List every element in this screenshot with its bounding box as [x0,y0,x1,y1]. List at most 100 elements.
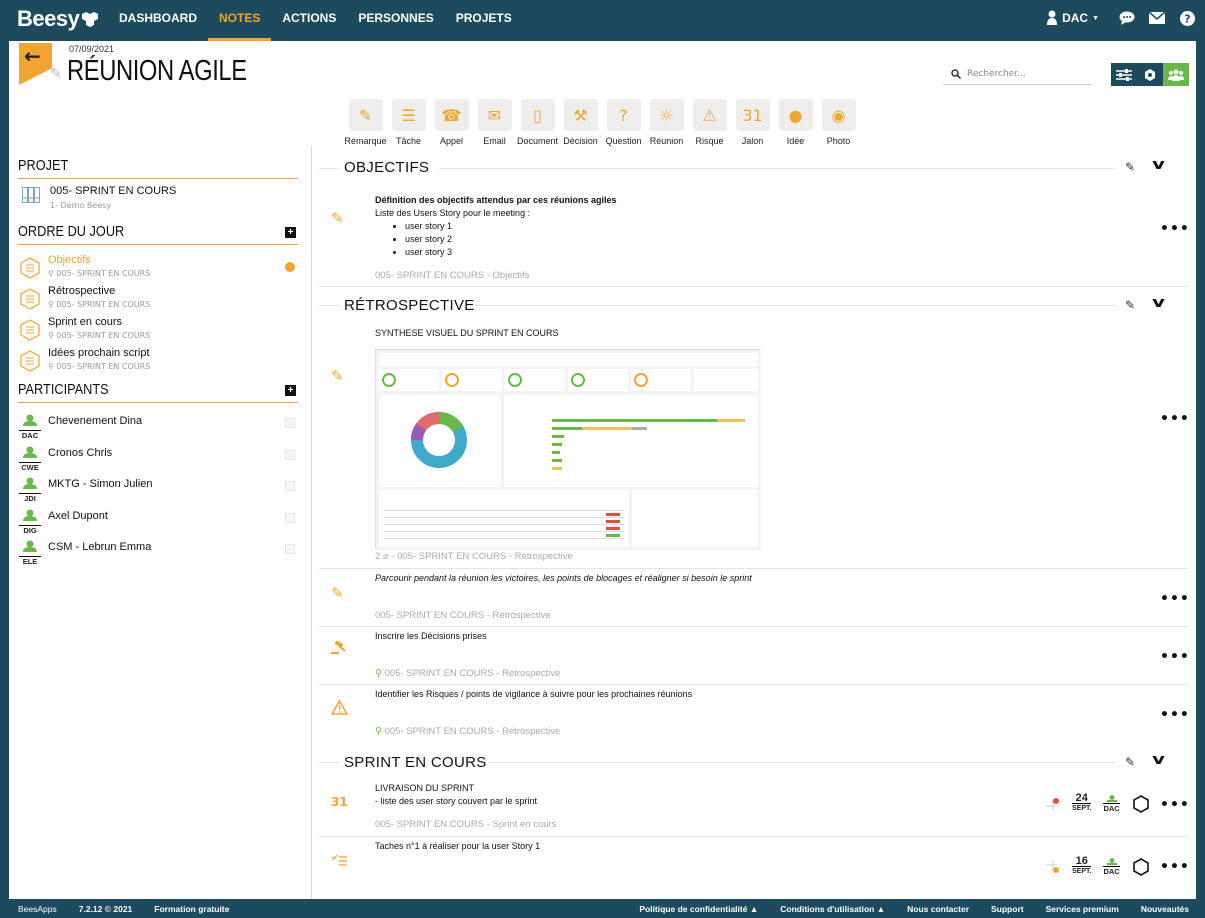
warning-icon: ⚠ [692,99,727,131]
note-sprint-tache[interactable]: Taches n°1 à réaliser pour la user Story… [319,837,1190,887]
app-logo[interactable]: Beesy [17,6,99,32]
edit-title-pencil-icon[interactable]: ✎ [50,66,62,82]
chevron-down-icon[interactable]: v [1152,752,1165,768]
type-button[interactable]: ● Idée [774,99,817,146]
notes-content: OBJECTIFS ✎ v ✎ Définition des objectifs… [319,153,1190,887]
more-options-icon[interactable]: ••• [1160,591,1190,607]
more-options-icon[interactable]: ••• [1160,649,1190,665]
agenda-item[interactable]: Sprint en cours ⚲ 005- SPRINT EN COURS [18,313,298,344]
type-button[interactable]: ☼ Réunion [645,99,688,146]
chevron-down-icon[interactable]: v [1152,157,1165,173]
owner-badge[interactable]: DAC [1103,856,1120,877]
note-retro-parcourir[interactable]: ✎ Parcourir pendant la réunion les victo… [319,569,1190,627]
presence-checkbox[interactable] [285,449,295,460]
meeting-icon: ☼ [649,99,684,131]
footer-link-privacy[interactable]: Politique de confidentialité ▲ [639,904,758,914]
type-button[interactable]: ▯ Document [516,99,559,146]
note-retro-synthese[interactable]: ✎ SYNTHESE VISUEL DU SPRINT EN COURS 2 ⌀… [319,325,1190,569]
help-icon[interactable]: ? [1179,10,1195,26]
participant-item[interactable]: DIG Axel Dupont [18,502,298,535]
agenda-item[interactable]: Objectifs ⚲ 005- SPRINT EN COURS [18,251,298,282]
presence-checkbox[interactable] [285,512,295,523]
type-button[interactable]: ✎ Remarque [344,99,387,146]
type-label: Question [605,136,642,146]
participant-item[interactable]: DAC Chevenement Dina [18,407,298,440]
due-date-badge[interactable]: 16 SEPT. [1072,855,1092,877]
note-retro-decisions[interactable]: Inscrire les Décisions prises ⚲ 005- SPR… [319,627,1190,685]
user-menu[interactable]: DAC ▼ [1046,10,1099,26]
more-options-icon[interactable]: ••• [1160,411,1190,427]
type-label: Remarque [344,136,387,146]
heading-text: ORDRE DU JOUR [18,223,125,240]
note-objectifs-definition[interactable]: ✎ Définition des objectifs attendus par … [319,187,1190,287]
arrow-left-icon: ← [24,44,41,68]
footer-link-premium[interactable]: Services premium [1046,904,1119,914]
search-box[interactable]: Rechercher... [943,64,1091,85]
chat-icon[interactable] [1119,10,1135,26]
priority-dot-icon[interactable] [1046,797,1060,811]
back-button[interactable]: ← [19,43,52,85]
gavel-icon: ⚒ [563,99,598,131]
type-button[interactable]: ⚒ Décision [559,99,602,146]
dashboard-screenshot-image[interactable] [375,349,761,550]
edit-group-icon[interactable]: ✎ [1125,298,1135,312]
agenda-item[interactable]: Idées prochain script ⚲ 005- SPRINT EN CO… [18,344,298,375]
more-options-icon[interactable]: ••• [1160,707,1190,723]
footer-link-contact[interactable]: Nous contacter [907,904,969,914]
edit-group-icon[interactable]: ✎ [1125,755,1135,769]
chevron-down-icon[interactable]: v [1152,295,1165,311]
nav-notes[interactable]: NOTES [208,0,272,41]
type-button[interactable]: ◉ Photo [817,99,860,146]
nav-actions[interactable]: ACTIONS [271,0,347,41]
project-view-button[interactable] [1137,63,1163,86]
note-text: Parcourir pendant la réunion les victoir… [375,573,752,583]
mail-icon[interactable] [1149,10,1165,26]
due-date-badge[interactable]: 24 SEPT. [1072,793,1092,814]
agenda-item-name: Sprint en cours [48,316,122,328]
footer-link-terms[interactable]: Conditions d'utilisation ▲ [780,904,885,914]
more-options-icon[interactable]: ••• [1160,221,1190,237]
search-input[interactable]: Rechercher... [967,69,1026,79]
team-view-button[interactable] [1163,63,1189,86]
status-hex-icon[interactable] [1132,857,1150,876]
project-card[interactable]: 005- SPRINT EN COURS 1- Demo Beesy [18,179,298,219]
nav-personnes[interactable]: PERSONNES [347,0,444,41]
note-retro-risques[interactable]: Identifier les Risques / points de vigil… [319,685,1190,743]
presence-checkbox[interactable] [285,418,295,428]
add-participant-button[interactable]: + [285,385,296,396]
type-button[interactable]: ☰ Tâche [387,99,430,146]
heading-text: PARTICIPANTS [18,381,109,398]
more-options-icon[interactable]: ••• [1160,797,1190,813]
participant-item[interactable]: JDI MKTG - Simon Julien [18,470,298,503]
presence-checkbox[interactable] [285,544,295,554]
due-day: 16 [1075,855,1088,867]
due-month: SEPT. [1072,803,1092,812]
footer-link-formation[interactable]: Formation gratuite [154,904,229,914]
presence-checkbox[interactable] [285,481,295,491]
nav-dashboard[interactable]: DASHBOARD [108,0,208,41]
footer-brand[interactable]: BeesApps [18,904,57,914]
agenda-item[interactable]: Rétrospective ⚲ 005- SPRINT EN COURS [18,282,298,313]
footer-link-news[interactable]: Nouveautés [1141,904,1189,914]
type-button[interactable]: ? Question [602,99,645,146]
participant-name: MKTG - Simon Julien [48,478,153,490]
type-button[interactable]: 31 Jalon [731,99,774,146]
add-agenda-button[interactable]: + [285,227,296,238]
nav-projets[interactable]: PROJETS [445,0,523,41]
owner-badge[interactable]: DAC [1103,793,1120,814]
type-button[interactable]: ☎ Appel [430,99,473,146]
filters-view-button[interactable] [1111,63,1137,86]
participant-item[interactable]: ELE CSM - Lebrun Emma [18,533,298,566]
phone-icon: ☎ [434,99,469,131]
footer-version: 7.2.12 © 2021 [78,904,133,914]
edit-group-icon[interactable]: ✎ [1125,160,1135,174]
participant-item[interactable]: CWE Cronos Chris [18,439,298,472]
type-button[interactable]: ✉ Email [473,99,516,146]
type-button[interactable]: ⚠ Risque [688,99,731,146]
status-hex-icon[interactable] [1132,794,1150,813]
note-sprint-livraison[interactable]: 31 LIVRAISON DU SPRINT - liste des user … [319,781,1190,837]
more-options-icon[interactable]: ••• [1160,859,1190,875]
note-meta: ⚲ 005- SPRINT EN COURS - Rétrospective [375,668,560,679]
priority-dot-icon[interactable] [1046,859,1060,874]
footer-link-support[interactable]: Support [991,904,1024,914]
